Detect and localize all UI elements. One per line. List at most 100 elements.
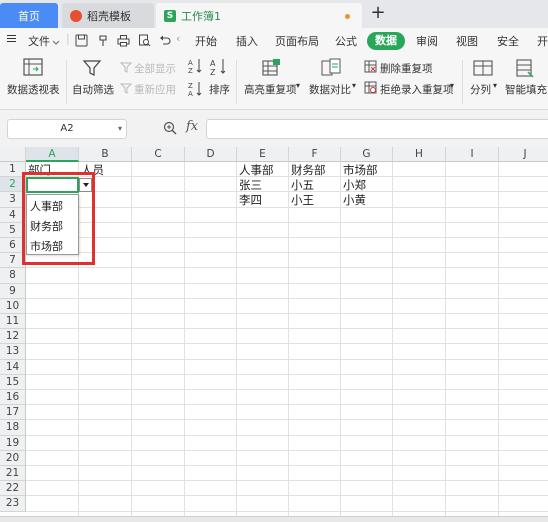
menu-formula[interactable]: 公式	[335, 33, 357, 49]
ribbon-divider	[236, 60, 237, 104]
column-header-j[interactable]: J	[499, 147, 548, 162]
data-compare-button[interactable]: 数据对比	[309, 82, 351, 97]
cell-g1[interactable]: 市场部	[341, 163, 378, 177]
chevron-down-icon[interactable]: ▾	[450, 81, 454, 90]
undo-icon[interactable]	[159, 34, 173, 48]
chevron-down-icon[interactable]	[52, 36, 60, 49]
save-icon[interactable]	[75, 34, 89, 48]
cell-f1[interactable]: 财务部	[289, 163, 326, 177]
sort-descending-icon[interactable]: ZA	[188, 81, 202, 100]
row-header-21[interactable]: 21	[0, 466, 26, 482]
grid-row-line	[26, 206, 548, 208]
smart-fill-icon[interactable]	[515, 58, 535, 81]
tab-home[interactable]: 首页	[0, 3, 58, 28]
cell-e3[interactable]: 李四	[237, 193, 262, 207]
chevron-down-icon[interactable]: ▾	[493, 81, 497, 90]
spreadsheet-grid[interactable]: ABCDEFGHIJ 1 2 3 4 5 6 7 8 9 10 11 12 13 14 15 16 17 18 19…	[0, 147, 548, 522]
menu-view[interactable]: 视图	[456, 33, 478, 49]
cell-g2[interactable]: 小郑	[341, 178, 366, 192]
row-header-8[interactable]: 8	[0, 268, 26, 284]
row-header-20[interactable]: 20	[0, 450, 26, 466]
hamburger-menu-icon[interactable]	[7, 33, 16, 46]
row-header-14[interactable]: 14	[0, 359, 26, 375]
delete-duplicates-button[interactable]: 删除重复项	[380, 61, 433, 76]
print-preview-icon[interactable]	[138, 34, 152, 48]
redo-chevron-icon[interactable]: ‹	[176, 32, 180, 45]
row-header-19[interactable]: 19	[0, 435, 26, 451]
chevron-down-icon[interactable]: ▾	[118, 120, 122, 138]
cell-g3[interactable]: 小黄	[341, 193, 366, 207]
column-header-g[interactable]: G	[341, 147, 393, 162]
menu-page-layout[interactable]: 页面布局	[275, 33, 319, 49]
menu-review[interactable]: 审阅	[416, 33, 438, 49]
highlight-duplicates-button[interactable]: 高亮重复项	[244, 82, 297, 97]
pivot-table-icon[interactable]	[22, 58, 44, 81]
format-painter-icon[interactable]	[97, 34, 111, 48]
formula-input[interactable]	[206, 119, 548, 139]
row-header-18[interactable]: 18	[0, 420, 26, 436]
autofilter-button[interactable]: 自动筛选	[72, 82, 114, 97]
row-header-9[interactable]: 9	[0, 283, 26, 299]
menu-insert[interactable]: 插入	[236, 33, 258, 49]
zoom-icon[interactable]	[163, 121, 177, 138]
row-header-23[interactable]: 23	[0, 496, 26, 512]
grid-row-line	[26, 389, 548, 390]
menu-more[interactable]: 开	[537, 33, 548, 49]
column-header-h[interactable]: H	[393, 147, 446, 162]
row-header-16[interactable]: 16	[0, 390, 26, 406]
column-header-i[interactable]: I	[446, 147, 499, 162]
fx-icon[interactable]: fx	[186, 119, 198, 134]
column-header-a[interactable]: A	[26, 147, 79, 162]
row-header-17[interactable]: 17	[0, 405, 26, 421]
column-header-e[interactable]: E	[237, 147, 289, 162]
grid-row-line	[26, 358, 548, 360]
cell-e1[interactable]: 人事部	[237, 163, 274, 177]
print-icon[interactable]	[117, 34, 131, 48]
row-header-10[interactable]: 10	[0, 298, 26, 314]
grid-column-line	[392, 162, 393, 522]
sort-ascending-icon[interactable]: AZ	[188, 58, 202, 77]
show-all-button[interactable]: 全部显示	[134, 61, 176, 76]
reject-duplicates-icon[interactable]	[364, 81, 377, 97]
cell-f2[interactable]: 小五	[289, 178, 314, 192]
sort-icon[interactable]: AZ	[210, 58, 228, 79]
row-header-12[interactable]: 12	[0, 329, 26, 345]
pivot-table-button[interactable]: 数据透视表	[7, 82, 60, 97]
column-header-c[interactable]: C	[132, 147, 185, 162]
chevron-down-icon[interactable]: ▾	[296, 81, 300, 90]
row-header-11[interactable]: 11	[0, 314, 26, 330]
grid-column-line	[184, 162, 185, 522]
chevron-down-icon[interactable]: ▾	[352, 81, 356, 90]
menu-start[interactable]: 开始	[195, 33, 217, 49]
delete-duplicates-icon[interactable]	[364, 60, 377, 76]
grid-row-line	[26, 510, 548, 512]
menu-data[interactable]: 数据	[367, 32, 405, 50]
split-columns-icon[interactable]	[473, 59, 493, 80]
sort-button[interactable]: 排序	[209, 82, 230, 97]
menu-file[interactable]: 文件	[28, 33, 50, 49]
cell-f3[interactable]: 小王	[289, 193, 314, 207]
cell-e2[interactable]: 张三	[237, 178, 262, 192]
new-tab-button[interactable]: +	[368, 2, 388, 26]
select-all-corner[interactable]	[0, 147, 26, 162]
row-header-13[interactable]: 13	[0, 344, 26, 360]
column-header-f[interactable]: F	[289, 147, 341, 162]
reject-duplicates-button[interactable]: 拒绝录入重复项	[380, 82, 454, 97]
row-header-15[interactable]: 15	[0, 374, 26, 390]
tab-workbook[interactable]: S 工作簿1	[156, 3, 362, 28]
split-columns-button[interactable]: 分列	[470, 82, 491, 97]
smart-fill-button[interactable]: 智能填充	[505, 82, 547, 97]
grid-row-line	[26, 404, 548, 406]
column-header-b[interactable]: B	[79, 147, 132, 162]
highlight-duplicates-icon[interactable]	[260, 58, 282, 81]
menu-security[interactable]: 安全	[497, 33, 519, 49]
name-box[interactable]: A2 ▾	[7, 119, 127, 139]
grid-row-line	[26, 237, 548, 238]
column-header-d[interactable]: D	[185, 147, 237, 162]
reapply-button[interactable]: 重新应用	[134, 82, 176, 97]
data-compare-icon[interactable]	[320, 58, 342, 81]
tab-template[interactable]: 稻壳模板	[62, 3, 154, 28]
row-header-22[interactable]: 22	[0, 481, 26, 497]
filter-icon[interactable]	[82, 58, 102, 81]
grid-row-line	[26, 297, 548, 299]
